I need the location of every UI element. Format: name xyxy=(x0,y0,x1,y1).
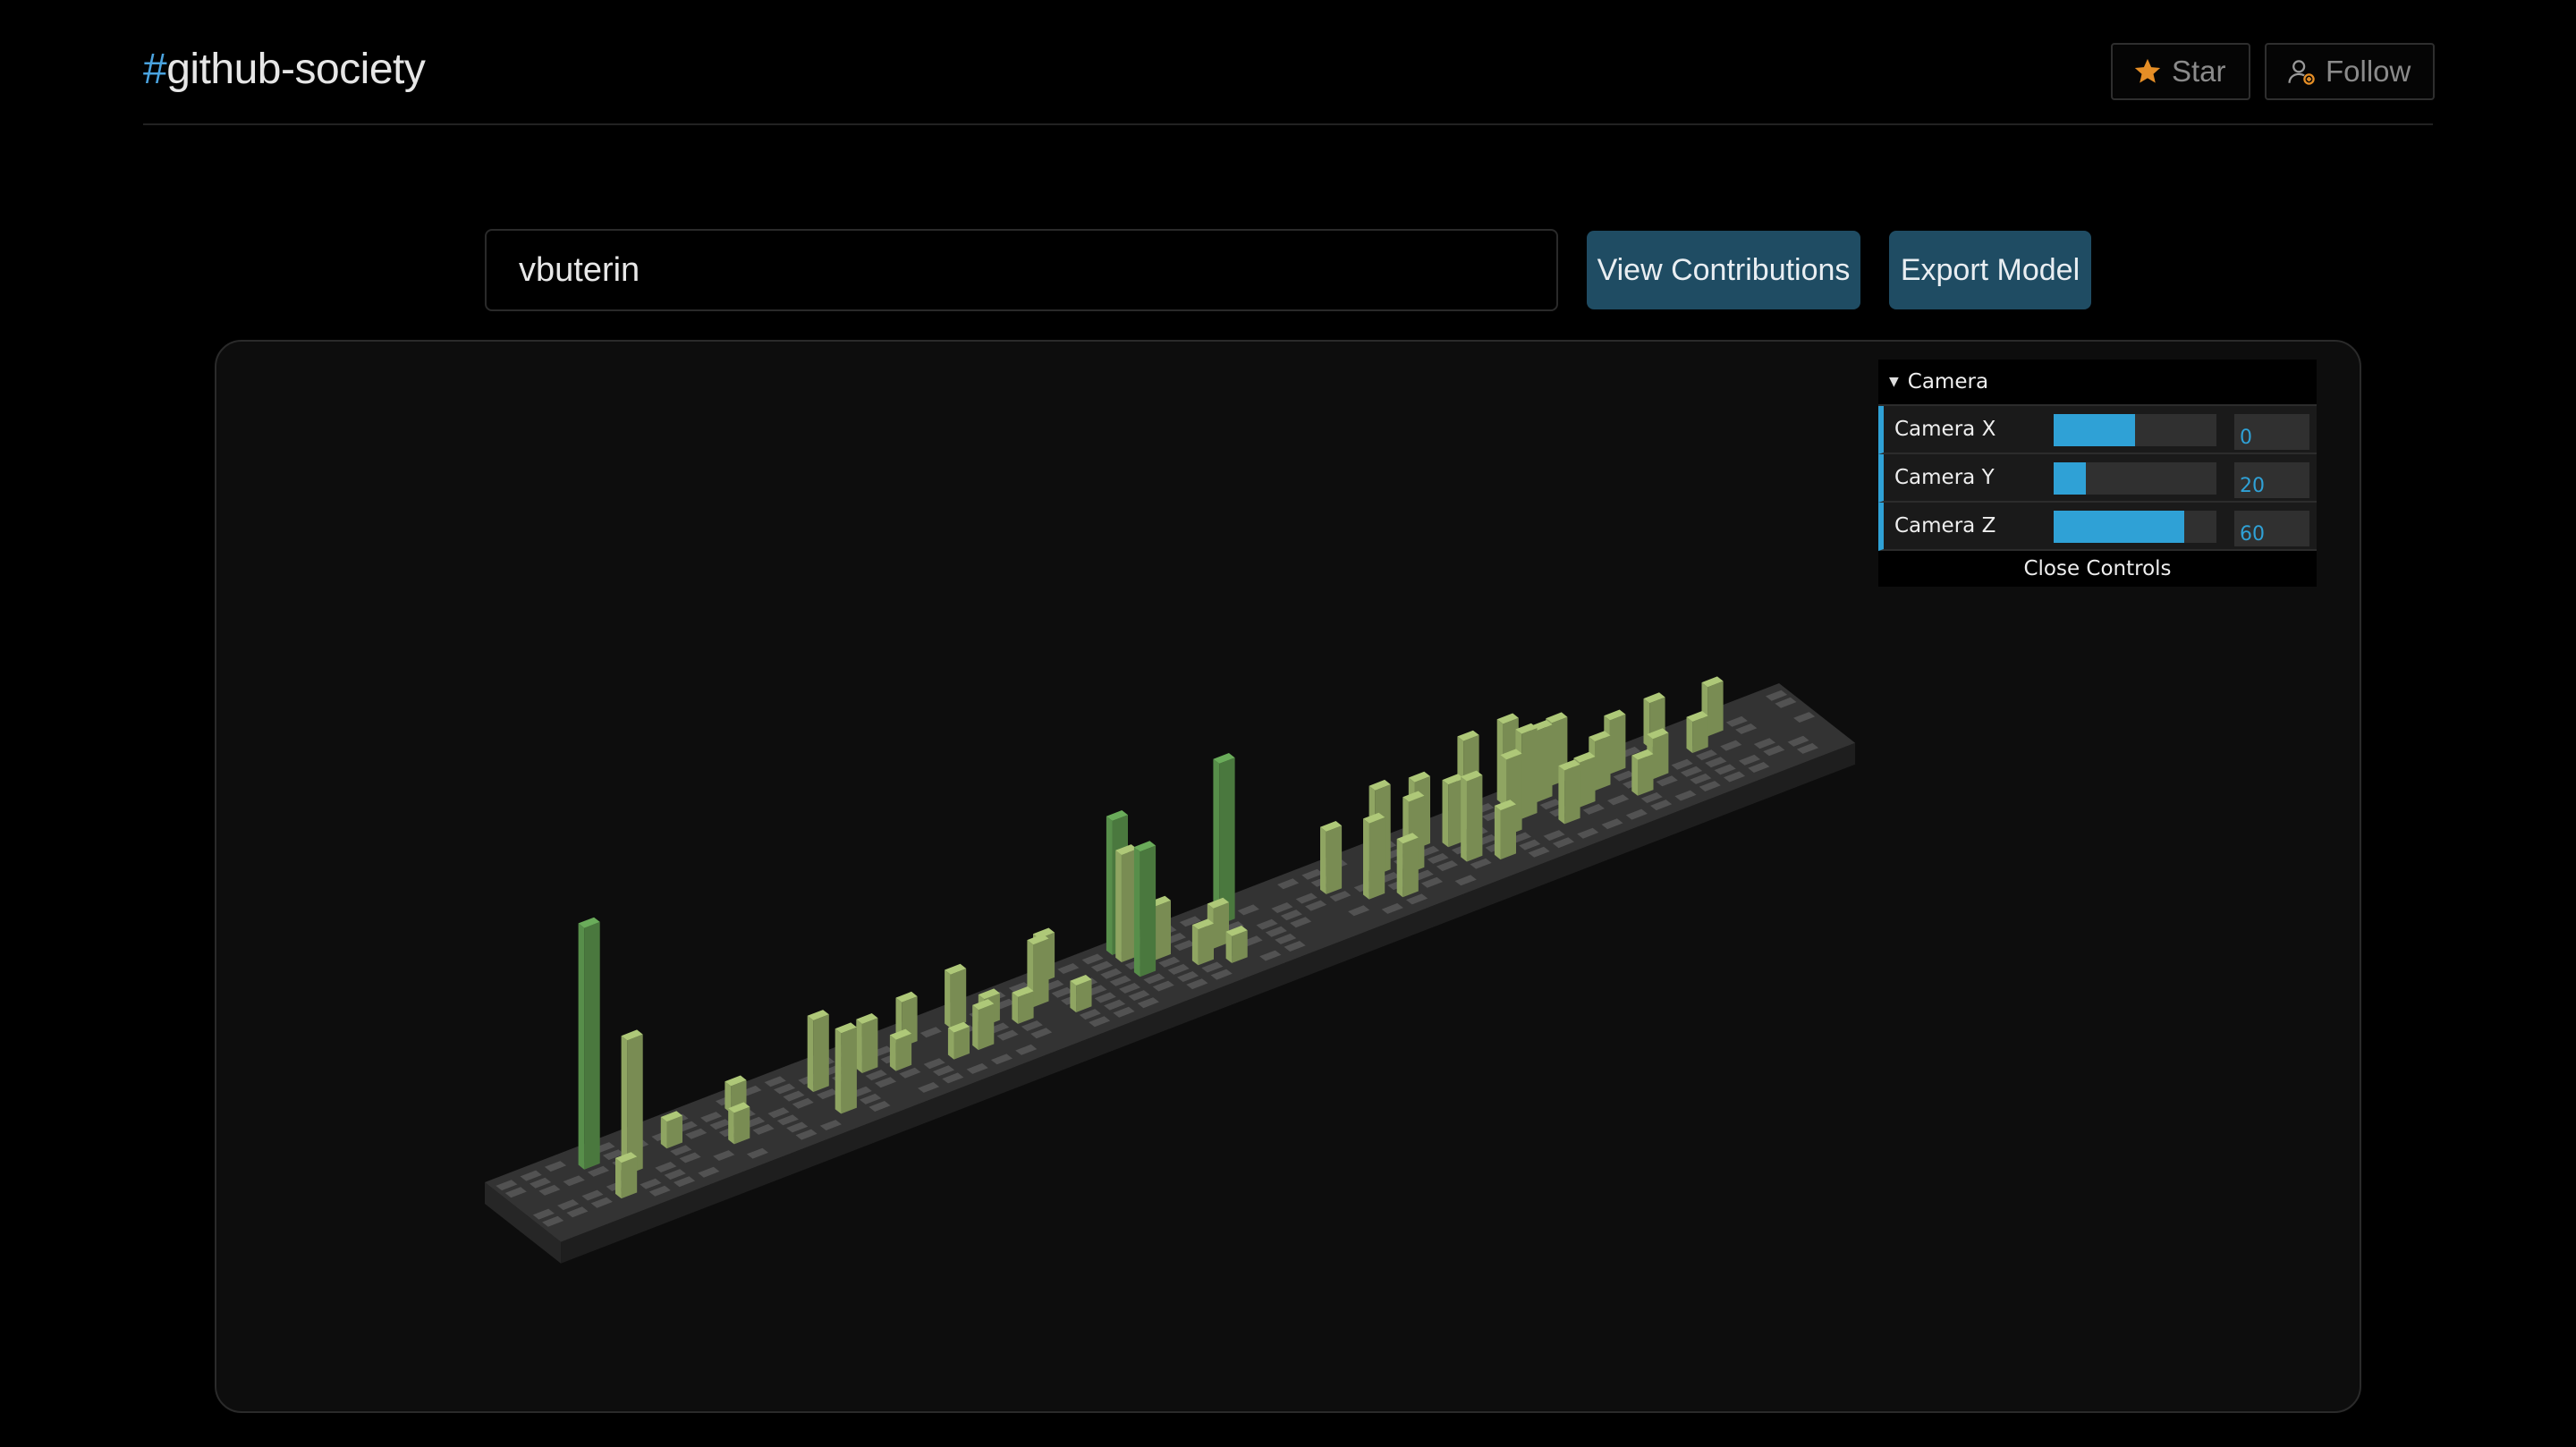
camera-x-slider-fill xyxy=(2054,414,2135,446)
contribution-bar xyxy=(1133,847,1140,977)
camera-z-value[interactable]: 60 xyxy=(2234,511,2309,546)
contribution-bar xyxy=(807,1015,814,1092)
camera-folder-title: Camera xyxy=(1907,370,1989,393)
contribution-bar xyxy=(945,969,951,1028)
star-icon xyxy=(2132,56,2163,87)
contribution-bar xyxy=(1686,716,1693,753)
camera-y-slider-fill xyxy=(2054,462,2087,495)
camera-controls-panel: ▼ Camera Camera X 0 Camera Y 20 Camera Z… xyxy=(1878,360,2317,587)
title-hash: # xyxy=(143,46,167,93)
contribution-bar xyxy=(1707,681,1724,737)
contribution-bar xyxy=(1652,732,1669,780)
base-front xyxy=(561,742,1856,1264)
contribution-bar xyxy=(1225,931,1233,963)
contribution-bar xyxy=(660,1117,667,1149)
camera-x-value[interactable]: 0 xyxy=(2234,414,2309,450)
contribution-bar xyxy=(1155,900,1171,960)
contribution-bar xyxy=(856,1019,862,1073)
contribution-bar xyxy=(950,969,967,1028)
site-header: #github-society Star Follow xyxy=(143,43,2435,125)
camera-y-value[interactable]: 20 xyxy=(2234,462,2309,498)
contribution-bar xyxy=(1595,735,1611,791)
camera-x-label: Camera X xyxy=(1894,418,1996,441)
follow-label: Follow xyxy=(2326,55,2411,88)
camera-y-label: Camera Y xyxy=(1894,466,1995,489)
contribution-bar xyxy=(1191,925,1199,966)
contribution-bar xyxy=(1558,766,1565,825)
contribution-bar xyxy=(733,1106,750,1145)
contribution-bar xyxy=(972,1004,979,1051)
star-label: Star xyxy=(2172,55,2226,88)
contribution-bar xyxy=(1580,757,1596,808)
contribution-bar xyxy=(1692,715,1708,753)
export-model-button[interactable]: Export Model xyxy=(1889,231,2091,309)
contribution-bar xyxy=(621,1156,638,1199)
contribution-bar xyxy=(615,1157,622,1199)
contribution-bar xyxy=(1461,776,1467,862)
camera-y-row: Camera Y 20 xyxy=(1878,454,2317,503)
contribution-bar xyxy=(1609,714,1626,774)
contribution-bar xyxy=(1363,818,1369,900)
model-viewer[interactable]: ▼ Camera Camera X 0 Camera Y 20 Camera Z… xyxy=(215,340,2361,1413)
contribution-bar xyxy=(1140,845,1157,977)
title-text: github-society xyxy=(166,46,426,93)
username-input[interactable] xyxy=(485,229,1558,311)
contribution-bar xyxy=(1564,764,1580,825)
contribution-bar xyxy=(1500,804,1516,860)
contribution-bar xyxy=(1070,980,1077,1012)
contribution-bar xyxy=(841,1027,857,1114)
contribution-bar xyxy=(1326,825,1343,894)
contribution-bar xyxy=(1537,724,1553,803)
contribution-bar xyxy=(1115,850,1122,962)
close-controls-button[interactable]: Close Controls xyxy=(1878,551,2317,587)
contribution-bar xyxy=(835,1028,842,1114)
contribution-bar xyxy=(978,1003,995,1051)
contribution-bar xyxy=(1368,817,1385,900)
contribution-bar xyxy=(947,1028,954,1060)
contribution-bar xyxy=(1521,728,1538,819)
contribution-bar xyxy=(621,1036,628,1175)
camera-x-slider[interactable] xyxy=(2054,414,2216,446)
contribution-bar xyxy=(1198,923,1214,966)
contribution-bar xyxy=(584,921,600,1170)
contribution-bar xyxy=(1466,774,1483,862)
contribution-bar xyxy=(889,1035,896,1071)
contribution-bar xyxy=(1396,839,1403,898)
contribution-bar xyxy=(1320,826,1326,894)
collapse-triangle-icon: ▼ xyxy=(1889,375,1899,389)
follow-button[interactable]: Follow xyxy=(2265,43,2435,100)
camera-z-slider-fill xyxy=(2054,511,2184,543)
contribution-bar xyxy=(1012,992,1019,1024)
contribution-bar xyxy=(1442,780,1449,848)
camera-z-row: Camera Z 60 xyxy=(1878,503,2317,551)
contribution-bar xyxy=(1494,805,1501,860)
contribution-bar xyxy=(1402,837,1419,898)
camera-x-row: Camera X 0 xyxy=(1878,406,2317,454)
contribution-bar xyxy=(1033,938,1049,1008)
contribution-bar xyxy=(1106,816,1113,955)
person-add-icon xyxy=(2286,56,2317,87)
contribution-bar xyxy=(895,1033,912,1071)
star-button[interactable]: Star xyxy=(2111,43,2250,100)
contribution-bar xyxy=(813,1014,829,1092)
camera-z-label: Camera Z xyxy=(1894,514,1996,537)
contribution-bar xyxy=(578,923,585,1170)
contribution-bar xyxy=(1638,754,1654,796)
view-contributions-button[interactable]: View Contributions xyxy=(1587,231,1860,309)
contribution-bar xyxy=(728,1108,734,1145)
camera-z-slider[interactable] xyxy=(2054,511,2216,543)
camera-folder-header[interactable]: ▼ Camera xyxy=(1878,360,2317,406)
contribution-bar xyxy=(1631,755,1638,796)
site-title[interactable]: #github-society xyxy=(143,45,426,94)
camera-y-slider[interactable] xyxy=(2054,462,2216,495)
contribution-bar xyxy=(861,1018,878,1073)
